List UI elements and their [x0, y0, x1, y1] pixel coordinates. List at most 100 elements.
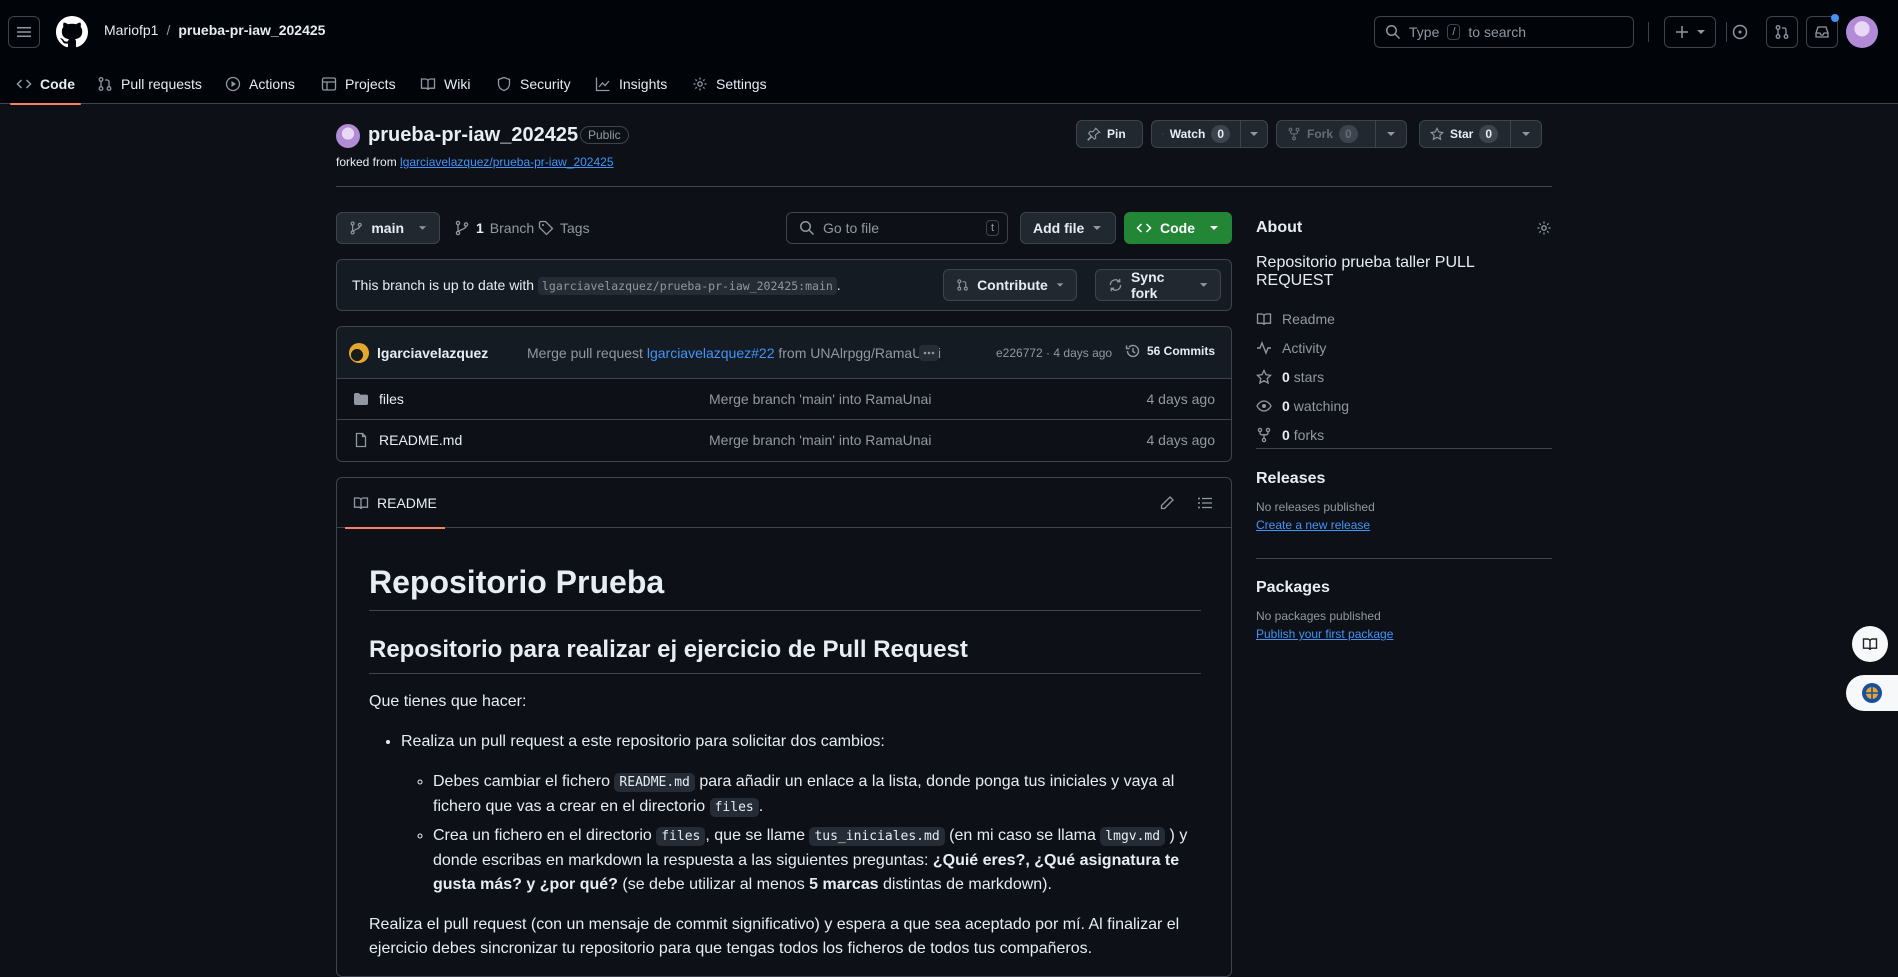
reader-extension-button[interactable]: [1852, 626, 1888, 662]
branch-select[interactable]: main: [336, 212, 440, 244]
search-shortcut-key: /: [1447, 24, 1460, 40]
pin-button[interactable]: Pin: [1076, 120, 1143, 148]
caret-down-icon: [1249, 129, 1259, 139]
readme-h1: Repositorio Prueba: [369, 562, 1201, 611]
star-label: Star: [1450, 127, 1473, 141]
go-to-file-key: t: [986, 220, 999, 236]
sub2-text-f: distintas de markdown).: [883, 876, 1052, 893]
tab-insights[interactable]: Insights: [595, 64, 667, 104]
upstream-ref: lgarciavelazquez/prueba-pr-iaw_202425:ma…: [538, 277, 837, 295]
no-packages-text: No packages published: [1256, 609, 1393, 623]
contribute-label: Contribute: [977, 277, 1048, 293]
activity-link[interactable]: Activity: [1256, 333, 1552, 362]
table-row[interactable]: files Merge branch 'main' into RamaUnai …: [337, 379, 1231, 420]
tab-label: Security: [520, 76, 571, 92]
list-unordered-icon[interactable]: [1197, 495, 1213, 511]
tab-code[interactable]: Code: [16, 64, 75, 104]
git-pull-request-icon: [97, 76, 113, 92]
tab-security[interactable]: Security: [496, 64, 571, 104]
forked-source-link[interactable]: lgarciavelazquez/prueba-pr-iaw_202425: [400, 155, 613, 169]
forks-count: 0: [1282, 427, 1290, 443]
gear-icon[interactable]: [1536, 220, 1552, 236]
sub2-code-initials: tus_iniciales.md: [809, 827, 944, 846]
tab-label: Insights: [619, 76, 667, 92]
watch-label: Watch: [1170, 127, 1206, 141]
file-commit-message[interactable]: Merge branch 'main' into RamaUnai: [709, 391, 931, 407]
watch-button[interactable]: Watch 0: [1151, 120, 1241, 148]
branches-link[interactable]: 1 Branch: [454, 220, 534, 236]
tags-link[interactable]: Tags: [538, 220, 590, 236]
fork-dropdown[interactable]: [1375, 120, 1407, 148]
go-to-file-input[interactable]: Go to file t: [786, 212, 1008, 244]
git-branch-icon: [349, 220, 363, 236]
readme-sublist: Debes cambiar el fichero README.md para …: [401, 770, 1201, 897]
tab-pull-requests[interactable]: Pull requests: [97, 64, 202, 104]
issues-button[interactable]: [1726, 16, 1754, 48]
repo-navigation: Code Pull requests Actions Projects Wiki…: [0, 64, 1898, 104]
user-avatar[interactable]: [1846, 16, 1878, 48]
commit-author[interactable]: lgarciavelazquez: [377, 345, 488, 361]
watching-link[interactable]: 0watching: [1256, 391, 1552, 420]
star-button[interactable]: Star 0: [1419, 120, 1511, 148]
watch-dropdown[interactable]: [1240, 120, 1268, 148]
commit-author-avatar[interactable]: [349, 343, 369, 363]
contribute-button[interactable]: Contribute: [943, 269, 1077, 301]
file-name[interactable]: files: [379, 391, 404, 407]
table-row[interactable]: README.md Merge branch 'main' into RamaU…: [337, 420, 1231, 461]
code-label: Code: [1160, 220, 1195, 236]
forks-link[interactable]: 0forks: [1256, 420, 1552, 449]
sub1-code-files: files: [710, 798, 759, 817]
owner-link[interactable]: Mariofp1: [104, 22, 158, 38]
pencil-icon[interactable]: [1159, 495, 1175, 511]
create-release-link[interactable]: Create a new release: [1256, 518, 1370, 532]
readme-tab-label: README: [377, 495, 437, 511]
fork-button[interactable]: Fork 0: [1276, 120, 1376, 148]
star-dropdown[interactable]: [1510, 120, 1542, 148]
stars-link[interactable]: 0stars: [1256, 362, 1552, 391]
code-button[interactable]: Code: [1124, 212, 1232, 244]
stars-label: stars: [1294, 369, 1324, 385]
add-file-button[interactable]: Add file: [1020, 212, 1116, 244]
shield-icon: [496, 76, 512, 92]
packages-title[interactable]: Packages: [1256, 579, 1393, 597]
git-branch-icon: [454, 220, 470, 236]
tab-actions[interactable]: Actions: [225, 64, 295, 104]
branch-name: main: [371, 220, 404, 236]
tab-settings[interactable]: Settings: [692, 64, 767, 104]
pin-icon: [1087, 127, 1101, 141]
pin-label: Pin: [1107, 127, 1126, 141]
tab-projects[interactable]: Projects: [321, 64, 396, 104]
github-logo-icon[interactable]: [56, 16, 88, 48]
file-commit-message[interactable]: Merge branch 'main' into RamaUnai: [709, 432, 931, 448]
translate-extension-button[interactable]: [1846, 675, 1898, 711]
commit-hash-time[interactable]: e226772 · 4 days ago: [996, 346, 1112, 360]
publish-package-link[interactable]: Publish your first package: [1256, 627, 1393, 641]
watching-count: 0: [1282, 398, 1290, 414]
readme-link[interactable]: Readme: [1256, 304, 1552, 333]
tab-readme[interactable]: README: [345, 478, 445, 528]
visibility-badge: Public: [580, 126, 629, 144]
tab-label: Projects: [345, 76, 396, 92]
repo-title[interactable]: prueba-pr-iaw_202425: [368, 124, 578, 147]
folder-icon: [353, 391, 369, 407]
activity-label: Activity: [1282, 340, 1326, 356]
git-pull-request-icon: [956, 277, 969, 293]
repo-link[interactable]: prueba-pr-iaw_202425: [178, 22, 325, 38]
menu-button[interactable]: [8, 16, 40, 48]
commit-pr-link[interactable]: lgarciavelazquez#22: [647, 345, 775, 361]
sidebar-divider: [1256, 558, 1552, 559]
search-input[interactable]: Type / to search: [1374, 16, 1634, 48]
create-new-button[interactable]: [1664, 16, 1716, 48]
commits-count: 56 Commits: [1147, 344, 1215, 358]
pull-requests-button[interactable]: [1766, 16, 1798, 48]
sync-fork-button[interactable]: Sync fork: [1095, 269, 1221, 301]
file-name[interactable]: README.md: [379, 432, 462, 448]
status-text: This branch is up to date with: [352, 277, 534, 293]
caret-down-icon: [1386, 129, 1396, 139]
commits-link[interactable]: 56 Commits: [1125, 343, 1215, 359]
commit-message-prefix: Merge pull request: [527, 345, 643, 361]
latest-commit-row: lgarciavelazquez Merge pull request lgar…: [337, 327, 1231, 379]
releases-title[interactable]: Releases: [1256, 470, 1375, 488]
tab-wiki[interactable]: Wiki: [420, 64, 470, 104]
commit-expand-button[interactable]: [919, 345, 939, 361]
